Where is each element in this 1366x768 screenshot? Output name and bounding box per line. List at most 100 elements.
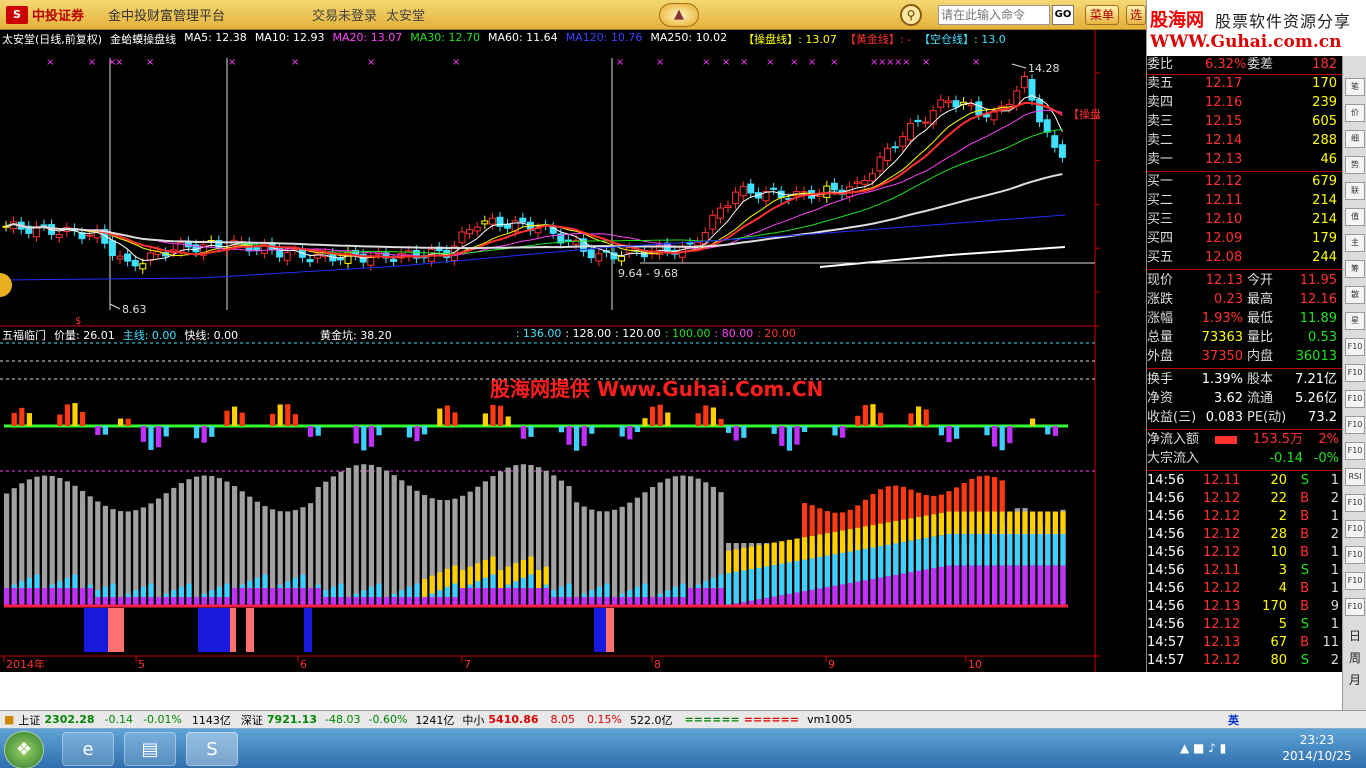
zx-label[interactable]: 中小 [462,712,484,728]
stat-row[interactable]: 涨幅 1.93% 最低 11.89 [1147,310,1343,328]
stat-row[interactable]: 现价 12.13 今开 11.95 [1147,272,1343,290]
flow-row[interactable]: 大宗流入 -0.14 -0% [1147,450,1343,468]
side-tab-6[interactable]: 主 [1345,234,1365,252]
search-icon[interactable]: ⚲ [900,4,922,26]
side-tab-19[interactable]: F10 [1345,572,1365,590]
green-bars-icon: ====== [684,713,740,726]
tick-vol: 10 [1270,545,1287,560]
stat-row[interactable]: 总量 73363 量比 0.53 [1147,329,1343,347]
tray-icons[interactable]: ▲ ■ ♪ ▮ [1180,741,1226,755]
weidiff-value: 182 [1312,57,1337,72]
ime-icon[interactable]: 英 [1228,712,1239,728]
tick-row[interactable]: 14:56 12.12 2 B 1 [1147,508,1343,526]
fundamental-row[interactable]: 收益(三) 0.083 PE(动) 73.2 [1147,409,1343,427]
magenta-bar [1052,565,1058,606]
tick-time: 14:56 [1147,581,1185,596]
side-tab-3[interactable]: 势 [1345,156,1365,174]
sell-row[interactable]: 卖三 12.15 605 [1147,113,1343,131]
select-button[interactable]: 选 [1126,5,1146,25]
stat-label2: 今开 [1247,273,1274,288]
sell-row[interactable]: 卖二 12.14 288 [1147,132,1343,150]
side-tab-21[interactable]: 日 [1345,626,1365,646]
tick-row[interactable]: 14:56 12.12 22 B 2 [1147,490,1343,508]
buy-row[interactable]: 买一 12.12 679 [1147,173,1343,191]
side-tab-1[interactable]: 价 [1345,104,1365,122]
kline-chart[interactable]: 14.0013.0012.0011.0010.009.00120.00100.0… [0,30,1100,672]
go-button[interactable]: GO [1052,5,1074,25]
sz-label[interactable]: 深证 [241,712,263,728]
menu-button[interactable]: 菜单 [1085,5,1119,25]
fundamental-row[interactable]: 换手 1.39% 股本 7.21亿 [1147,371,1343,389]
side-tab-17[interactable]: F10 [1345,520,1365,538]
stat-row[interactable]: 外盘 37350 内盘 36013 [1147,348,1343,366]
fundamental-row[interactable]: 净资 3.62 流通 5.26亿 [1147,390,1343,408]
side-tab-13[interactable]: F10 [1345,416,1365,434]
side-tab-4[interactable]: 联 [1345,182,1365,200]
magenta-bar [475,588,481,606]
magenta-bar [1060,565,1066,606]
buy-row[interactable]: 买四 12.09 179 [1147,230,1343,248]
side-tab-22[interactable]: 周 [1345,648,1365,668]
yellow-bar [1007,511,1013,534]
tick-row[interactable]: 14:56 12.11 20 S 1 [1147,472,1343,490]
tick-row[interactable]: 14:56 12.12 4 B 1 [1147,580,1343,598]
clock[interactable]: 23:23 2014/10/25 [1282,732,1352,766]
sell-row[interactable]: 卖一 12.13 46 [1147,151,1343,169]
tick-row[interactable]: 14:57 12.12 80 S 2 [1147,652,1343,670]
explorer-icon[interactable]: ▤ [124,732,176,766]
start-button-icon[interactable]: ❖ [4,731,44,768]
command-input[interactable] [938,5,1050,25]
yellow-bar [505,566,511,585]
gray-bar [353,465,359,606]
tick-row[interactable]: 14:56 12.12 28 B 2 [1147,526,1343,544]
buy-row[interactable]: 买五 12.08 244 [1147,249,1343,267]
candle [116,255,124,260]
gray-bar [619,506,625,606]
buy-row[interactable]: 买二 12.11 214 [1147,192,1343,210]
sell-row[interactable]: 卖四 12.16 239 [1147,94,1343,112]
magenta-bar [520,588,526,606]
tick-row[interactable]: 14:56 12.12 5 S 1 [1147,616,1343,634]
login-status[interactable]: 交易未登录 [312,5,377,24]
weibi-row[interactable]: 委比 6.32% 委差 182 [1147,56,1343,74]
flow-row[interactable]: 净流入额 153.5万 2% [1147,431,1343,449]
level-value: : 20.00 [757,327,796,340]
side-tab-23[interactable]: 月 [1345,670,1365,690]
empty-line-value: 【空仓线】: 13.0 [919,33,1006,46]
side-tab-0[interactable]: 笔 [1345,78,1365,96]
side-tab-20[interactable]: F10 [1345,598,1365,616]
ie-icon[interactable]: e [62,732,114,766]
side-tab-12[interactable]: F10 [1345,390,1365,408]
center-home-icon[interactable]: ▲ [659,3,699,27]
broker-logo[interactable]: S 中投证券 [0,0,90,30]
side-tab-11[interactable]: F10 [1345,364,1365,382]
side-tab-18[interactable]: F10 [1345,546,1365,564]
magenta-bar [847,583,853,606]
sh-label[interactable]: 上证 [18,712,40,728]
stat-row[interactable]: 涨跌 0.23 最高 12.16 [1147,291,1343,309]
side-tab-5[interactable]: 值 [1345,208,1365,226]
side-tab-10[interactable]: F10 [1345,338,1365,356]
side-tab-14[interactable]: F10 [1345,442,1365,460]
tick-row[interactable]: 14:56 12.11 3 S 1 [1147,562,1343,580]
buy-row[interactable]: 买三 12.10 214 [1147,211,1343,229]
tick-row[interactable]: 14:57 12.13 67 B 11 [1147,634,1343,652]
side-tab-9[interactable]: 星 [1345,312,1365,330]
tick-num: 1 [1330,509,1339,524]
cyan-bar [885,544,891,577]
yellow-bar [1014,511,1020,534]
sell-price: 12.14 [1205,133,1243,148]
tick-row[interactable]: 14:56 12.12 10 B 1 [1147,544,1343,562]
candle [306,259,314,263]
chart-canvas[interactable]: 14.0013.0012.0011.0010.009.00120.00100.0… [0,30,1100,672]
side-tab-16[interactable]: F10 [1345,494,1365,512]
side-tab-8[interactable]: 散 [1345,286,1365,304]
side-tab-2[interactable]: 细 [1345,130,1365,148]
side-tab-15[interactable]: RSI [1345,468,1365,486]
side-tab-7[interactable]: 筹 [1345,260,1365,278]
signal-marker: × [922,57,930,68]
sell-row[interactable]: 卖五 12.17 170 [1147,75,1343,93]
cyan-bar [475,581,481,588]
trading-app-icon[interactable]: S [186,732,238,766]
tick-row[interactable]: 14:56 12.13 170 B 9 [1147,598,1343,616]
